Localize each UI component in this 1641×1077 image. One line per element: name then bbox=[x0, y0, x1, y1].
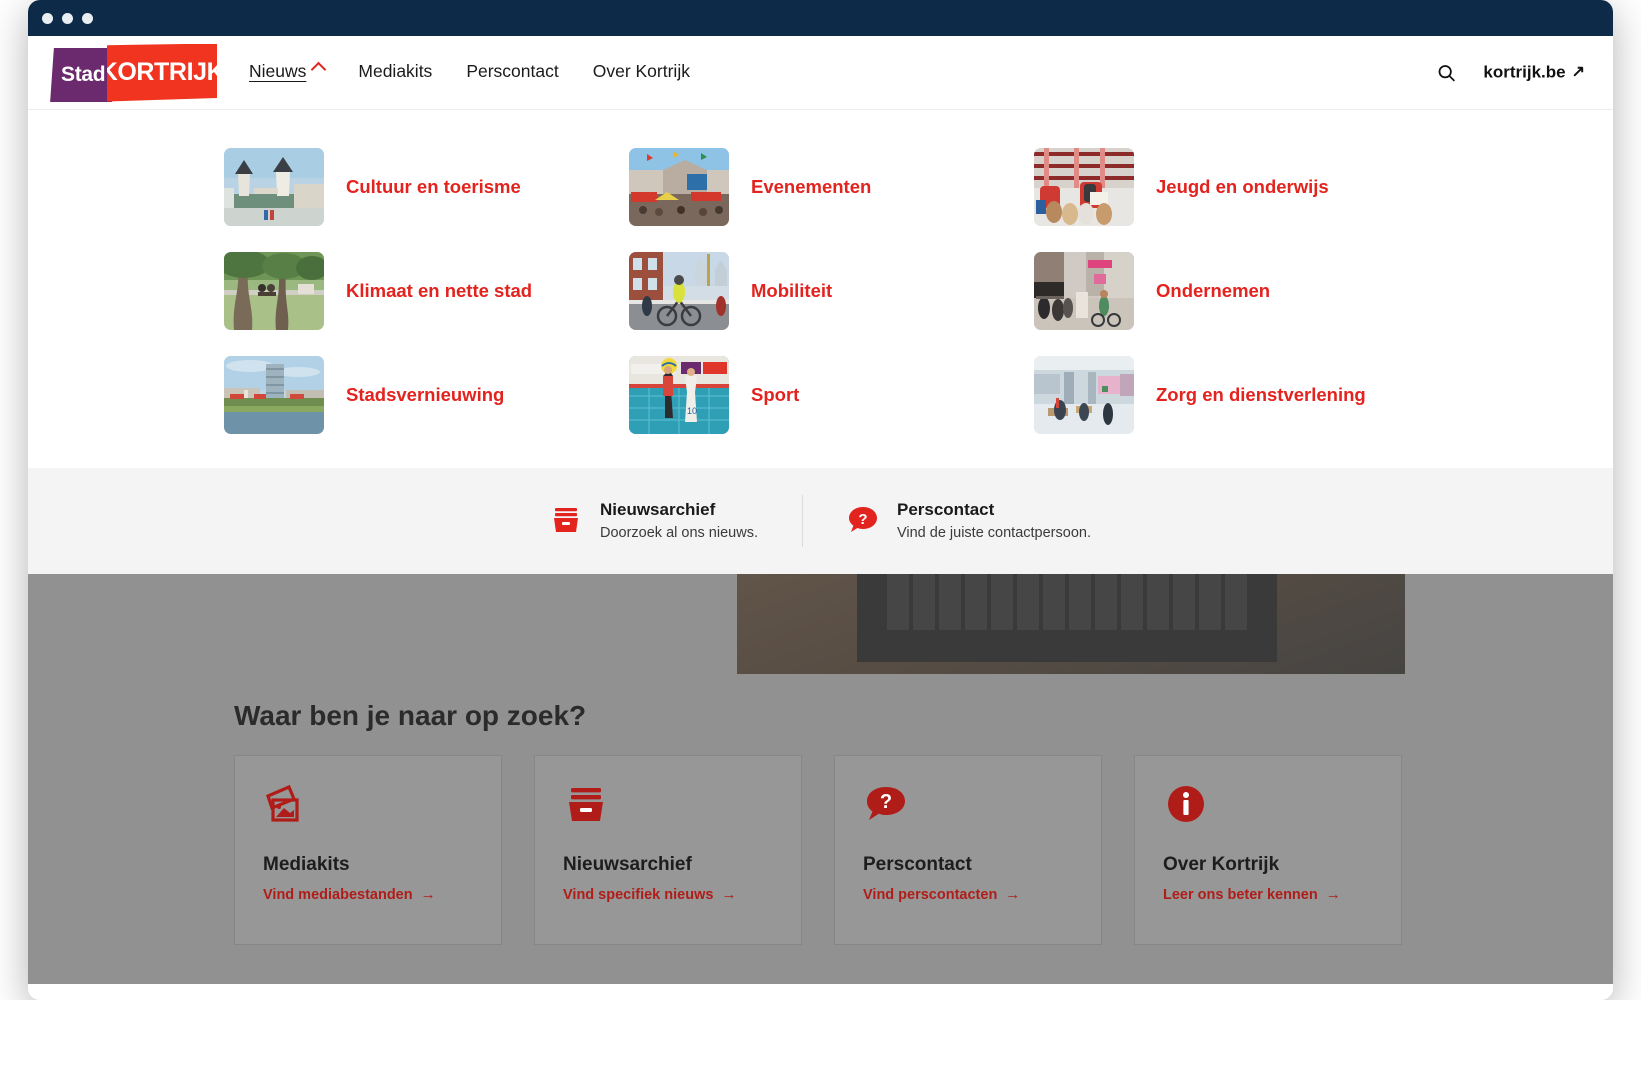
card-mediakits-link-label: Vind mediabestanden bbox=[263, 886, 413, 903]
question-speech-bubble-icon: ? bbox=[847, 503, 879, 540]
card-mediakits-link[interactable]: Vind mediabestanden → bbox=[263, 886, 473, 903]
mega-item-zorg-en-dienstverlening-label: Zorg en dienstverlening bbox=[1156, 384, 1366, 406]
svg-text:10: 10 bbox=[687, 406, 697, 416]
mega-item-stadsvernieuwing-label: Stadsvernieuwing bbox=[346, 384, 505, 406]
mega-item-klimaat-en-nette-stad[interactable]: Klimaat en nette stad bbox=[224, 252, 629, 330]
nav-item-mediakits[interactable]: Mediakits bbox=[358, 61, 432, 84]
site-header: Stad KORTRIJK Nieuws Mediakits Persconta… bbox=[28, 36, 1613, 110]
section-heading-waar-ben-je-naar-op-zoek: Waar ben je naar op zoek? bbox=[234, 700, 587, 731]
card-over-kortrijk-title: Over Kortrijk bbox=[1163, 854, 1280, 875]
window-close-button[interactable] bbox=[42, 12, 53, 24]
mega-item-cultuur-en-toerisme-label: Cultuur en toerisme bbox=[346, 176, 521, 198]
svg-text:?: ? bbox=[880, 791, 892, 813]
search-icon[interactable] bbox=[1436, 62, 1457, 83]
mega-item-evenementen[interactable]: Evenementen bbox=[629, 148, 1034, 226]
photos-stack-icon bbox=[263, 782, 473, 836]
volleyball-match-photo: 10 bbox=[629, 356, 729, 434]
card-over-kortrijk-link[interactable]: Leer ons beter kennen → bbox=[1163, 886, 1373, 903]
cyclists-street-photo bbox=[629, 252, 729, 330]
chevron-up-icon bbox=[311, 61, 327, 78]
page-viewport: Stad KORTRIJK Nieuws Mediakits Persconta… bbox=[28, 36, 1613, 1000]
external-link-arrow-icon: ↗ bbox=[1571, 63, 1585, 81]
mega-item-mobiliteit[interactable]: Mobiliteit bbox=[629, 252, 1034, 330]
card-perscontact-link[interactable]: Vind perscontacten → bbox=[863, 886, 1073, 903]
arrow-right-icon: → bbox=[1005, 886, 1021, 903]
card-perscontact-link-label: Vind perscontacten bbox=[863, 886, 998, 903]
card-mediakits-title: Mediakits bbox=[263, 854, 350, 875]
card-nieuwsarchief-link-label: Vind specifiek nieuws bbox=[563, 886, 714, 903]
nav-item-mediakits-label: Mediakits bbox=[358, 61, 433, 81]
svg-text:?: ? bbox=[858, 511, 867, 528]
logo-kortrijk-text: KORTRIJK bbox=[99, 58, 225, 86]
nav-item-perscontact-label: Perscontact bbox=[466, 61, 559, 81]
header-actions: kortrijk.be ↗ bbox=[1436, 62, 1585, 83]
mega-item-jeugd-en-onderwijs[interactable]: Jeugd en onderwijs bbox=[1034, 148, 1439, 226]
broel-towers-photo bbox=[224, 148, 324, 226]
info-circle-icon bbox=[1163, 782, 1373, 836]
mega-item-ondernemen[interactable]: Ondernemen bbox=[1034, 252, 1439, 330]
mega-item-sport[interactable]: 10 Sport bbox=[629, 356, 1034, 434]
utility-item-perscontact-text: Perscontact Vind de juiste contactpersoo… bbox=[897, 498, 1091, 544]
utility-item-perscontact[interactable]: ? Perscontact Vind de juiste contactpers… bbox=[801, 495, 1135, 547]
park-trees-photo bbox=[224, 252, 324, 330]
mega-item-ondernemen-label: Ondernemen bbox=[1156, 280, 1271, 302]
external-site-link[interactable]: kortrijk.be ↗ bbox=[1483, 63, 1585, 83]
external-site-link-label: kortrijk.be bbox=[1483, 62, 1566, 82]
utility-item-perscontact-subtitle: Vind de juiste contactpersoon. bbox=[896, 524, 1091, 541]
nieuws-mega-menu-dropdown: Cultuur en toerisme Evenementen Jeugd en… bbox=[28, 110, 1613, 468]
browser-titlebar bbox=[28, 0, 1613, 36]
site-logo[interactable]: Stad KORTRIJK bbox=[50, 43, 217, 102]
question-speech-bubble-icon: ? bbox=[863, 782, 1073, 836]
logo-stad-text: Stad bbox=[60, 62, 106, 86]
card-nieuwsarchief[interactable]: Nieuwsarchief Vind specifiek nieuws → bbox=[534, 755, 802, 945]
mega-item-cultuur-en-toerisme[interactable]: Cultuur en toerisme bbox=[224, 148, 629, 226]
nav-item-perscontact[interactable]: Perscontact bbox=[466, 61, 558, 84]
card-mediakits[interactable]: Mediakits Vind mediabestanden → bbox=[234, 755, 502, 945]
mega-menu-grid: Cultuur en toerisme Evenementen Jeugd en… bbox=[224, 148, 1613, 434]
utility-item-nieuwsarchief-subtitle: Doorzoek al ons nieuws. bbox=[600, 524, 758, 541]
logo-kortrijk-block: KORTRIJK bbox=[107, 43, 217, 102]
mega-item-evenementen-label: Evenementen bbox=[751, 176, 872, 198]
card-over-kortrijk[interactable]: Over Kortrijk Leer ons beter kennen → bbox=[1134, 755, 1402, 945]
arrow-right-icon: → bbox=[1325, 886, 1341, 903]
arrow-right-icon: → bbox=[721, 886, 737, 903]
mega-item-jeugd-en-onderwijs-label: Jeugd en onderwijs bbox=[1156, 176, 1329, 198]
k-tower-waterfront-photo bbox=[224, 356, 324, 434]
mega-item-mobiliteit-label: Mobiliteit bbox=[751, 280, 833, 302]
library-children-photo bbox=[1034, 148, 1134, 226]
utility-item-nieuwsarchief-title: Nieuwsarchief bbox=[600, 500, 716, 520]
page-content-behind-dropdown: Waar ben je naar op zoek? Mediakits Vind bbox=[28, 524, 1613, 984]
festival-square-photo bbox=[629, 148, 729, 226]
utility-item-nieuwsarchief[interactable]: Nieuwsarchief Doorzoek al ons nieuws. bbox=[506, 495, 802, 547]
service-hall-photo bbox=[1034, 356, 1134, 434]
main-navigation: Nieuws Mediakits Perscontact Over Kortri… bbox=[249, 36, 690, 109]
mega-item-klimaat-en-nette-stad-label: Klimaat en nette stad bbox=[346, 280, 533, 302]
card-nieuwsarchief-link[interactable]: Vind specifiek nieuws → bbox=[563, 886, 773, 903]
card-perscontact-title: Perscontact bbox=[863, 854, 972, 875]
archive-box-icon bbox=[563, 782, 773, 836]
shopping-street-terrace-photo bbox=[1034, 252, 1134, 330]
archive-box-icon bbox=[550, 503, 582, 540]
mega-menu-utility-bar: Nieuwsarchief Doorzoek al ons nieuws. ? … bbox=[28, 468, 1613, 574]
mega-item-zorg-en-dienstverlening[interactable]: Zorg en dienstverlening bbox=[1034, 356, 1439, 434]
nav-item-nieuws[interactable]: Nieuws bbox=[249, 61, 327, 84]
utility-item-nieuwsarchief-text: Nieuwsarchief Doorzoek al ons nieuws. bbox=[600, 498, 758, 544]
arrow-right-icon: → bbox=[420, 886, 436, 903]
mega-item-sport-label: Sport bbox=[751, 384, 800, 406]
card-perscontact[interactable]: ? Perscontact Vind perscontacten → bbox=[834, 755, 1102, 945]
browser-window: Stad KORTRIJK Nieuws Mediakits Persconta… bbox=[28, 0, 1613, 1000]
window-maximize-button[interactable] bbox=[82, 12, 93, 24]
nav-item-over-kortrijk-label: Over Kortrijk bbox=[592, 61, 690, 81]
card-nieuwsarchief-title: Nieuwsarchief bbox=[563, 854, 692, 875]
utility-item-perscontact-title: Perscontact bbox=[896, 500, 995, 520]
logo-stad-block: Stad bbox=[50, 47, 116, 102]
nav-item-over-kortrijk[interactable]: Over Kortrijk bbox=[593, 61, 690, 84]
card-over-kortrijk-link-label: Leer ons beter kennen bbox=[1163, 886, 1318, 903]
desktop-background-strip bbox=[0, 1000, 1641, 1077]
window-minimize-button[interactable] bbox=[62, 12, 73, 24]
quick-links-card-grid: Mediakits Vind mediabestanden → Nieuwsar… bbox=[234, 755, 1402, 945]
nav-item-nieuws-label: Nieuws bbox=[249, 61, 307, 81]
mega-item-stadsvernieuwing[interactable]: Stadsvernieuwing bbox=[224, 356, 629, 434]
